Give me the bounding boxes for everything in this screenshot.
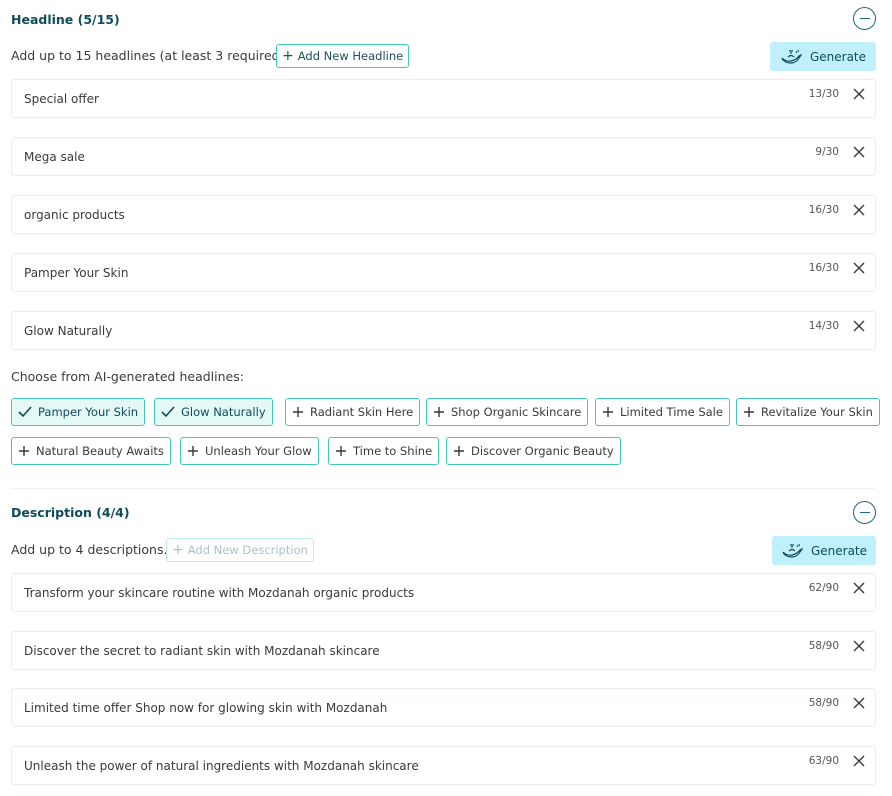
description-text[interactable]: Transform your skincare routine with Moz…	[24, 586, 414, 600]
headline-row[interactable]: Mega sale 9/30	[11, 137, 876, 176]
magic-lamp-icon	[781, 49, 802, 64]
ai-headline-chip[interactable]: Shop Organic Skincare	[426, 398, 589, 426]
character-count: 9/30	[815, 146, 839, 158]
close-icon[interactable]	[852, 86, 866, 100]
check-icon	[161, 406, 175, 418]
close-icon[interactable]	[852, 144, 866, 158]
ai-headline-chip-label: Revitalize Your Skin	[761, 405, 873, 419]
headline-generate-button[interactable]: Generate	[770, 42, 876, 71]
plus-icon	[433, 406, 445, 418]
headline-section-title: Headline (5/15)	[11, 12, 120, 27]
description-section-title: Description (4/4)	[11, 505, 130, 520]
ai-headline-chip[interactable]: Discover Organic Beauty	[446, 437, 621, 465]
headline-row[interactable]: Pamper Your Skin 16/30	[11, 253, 876, 292]
plus-icon	[602, 406, 614, 418]
plus-icon	[453, 445, 465, 457]
ai-headline-chip-label: Unleash Your Glow	[205, 444, 312, 458]
ai-headline-chip[interactable]: Radiant Skin Here	[285, 398, 421, 426]
ai-headline-chip-label: Glow Naturally	[181, 405, 266, 419]
ai-headline-chip-label: Pamper Your Skin	[38, 405, 139, 419]
headline-text[interactable]: organic products	[24, 208, 125, 222]
plus-icon	[187, 445, 199, 457]
character-count: 63/90	[808, 755, 839, 768]
headline-instructions: Add up to 15 headlines (at least 3 requi…	[11, 48, 289, 63]
description-row[interactable]: Discover the secret to radiant skin with…	[11, 630, 876, 670]
close-icon[interactable]	[852, 318, 866, 332]
description-row[interactable]: Limited time offer Shop now for glowing …	[11, 688, 876, 728]
description-row[interactable]: Transform your skincare routine with Moz…	[11, 573, 876, 612]
description-text[interactable]: Limited time offer Shop now for glowing …	[24, 701, 387, 715]
ai-headline-chip-label: Shop Organic Skincare	[451, 405, 582, 419]
headline-row[interactable]: Special offer 13/30	[11, 79, 876, 118]
description-row[interactable]: Unleash the power of natural ingredients…	[11, 746, 876, 786]
plus-icon	[743, 406, 755, 418]
headline-row[interactable]: Glow Naturally 14/30	[11, 311, 876, 350]
description-generate-button[interactable]: Generate	[772, 536, 876, 565]
add-headline-button[interactable]: + Add New Headline	[276, 44, 410, 68]
minus-icon	[859, 511, 870, 514]
ai-headline-chip-label: Natural Beauty Awaits	[36, 444, 164, 458]
headline-text[interactable]: Glow Naturally	[24, 324, 112, 338]
headline-text[interactable]: Pamper Your Skin	[24, 266, 128, 280]
ai-headline-chip[interactable]: Glow Naturally	[154, 398, 273, 426]
description-generate-label: Generate	[810, 543, 868, 558]
add-headline-label: Add New Headline	[297, 49, 404, 63]
add-description-label: Add New Description	[187, 543, 308, 557]
ai-headlines-label: Choose from AI-generated headlines:	[11, 369, 244, 384]
ai-headline-chip-label: Discover Organic Beauty	[471, 444, 614, 458]
plus-icon	[292, 406, 304, 418]
plus-icon	[18, 445, 30, 457]
ai-headline-chip-label: Radiant Skin Here	[310, 405, 414, 419]
close-icon[interactable]	[852, 580, 866, 594]
character-count: 13/30	[808, 88, 839, 100]
close-icon[interactable]	[852, 202, 866, 216]
plus-icon: +	[172, 542, 184, 558]
ai-headline-chip[interactable]: Natural Beauty Awaits	[11, 437, 171, 465]
ai-headline-chip[interactable]: Pamper Your Skin	[11, 398, 146, 426]
headline-row[interactable]: organic products 16/30	[11, 195, 876, 234]
character-count: 58/90	[808, 639, 839, 652]
character-count: 58/90	[808, 697, 839, 710]
ai-headline-chip[interactable]: Unleash Your Glow	[180, 437, 319, 465]
description-instructions: Add up to 4 descriptions.	[11, 542, 168, 557]
character-count: 14/30	[808, 320, 839, 332]
check-icon	[18, 406, 32, 418]
headline-text[interactable]: Mega sale	[24, 150, 85, 164]
close-icon[interactable]	[852, 260, 866, 274]
ai-headline-chip[interactable]: Revitalize Your Skin	[736, 398, 880, 426]
minus-icon	[859, 17, 870, 20]
character-count: 16/30	[808, 204, 839, 216]
plus-icon	[335, 445, 347, 457]
close-icon[interactable]	[852, 638, 866, 652]
description-text[interactable]: Discover the secret to radiant skin with…	[24, 644, 380, 658]
ai-headline-chip-label: Limited Time Sale	[620, 405, 723, 419]
character-count: 62/90	[808, 582, 839, 594]
add-description-button[interactable]: + Add New Description	[166, 538, 314, 562]
headline-collapse-button[interactable]	[853, 7, 876, 30]
headline-generate-label: Generate	[809, 49, 867, 64]
character-count: 16/30	[808, 262, 839, 274]
section-divider	[11, 488, 876, 489]
description-text[interactable]: Unleash the power of natural ingredients…	[24, 759, 419, 773]
ai-headline-chip[interactable]: Time to Shine	[328, 437, 440, 465]
ai-headline-chip-label: Time to Shine	[353, 444, 433, 458]
description-collapse-button[interactable]	[853, 501, 876, 524]
close-icon[interactable]	[852, 695, 866, 709]
close-icon[interactable]	[852, 753, 866, 767]
magic-lamp-icon	[782, 543, 803, 558]
plus-icon: +	[282, 48, 294, 64]
ai-headline-chip[interactable]: Limited Time Sale	[595, 398, 730, 426]
headline-text[interactable]: Special offer	[24, 92, 99, 106]
